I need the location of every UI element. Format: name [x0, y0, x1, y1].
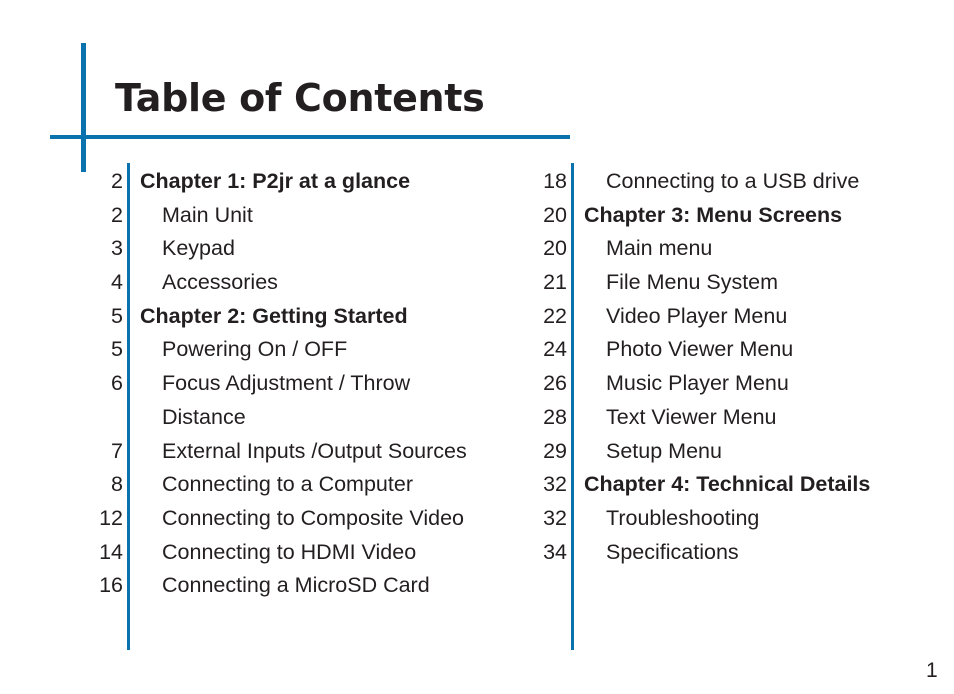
toc-section-title[interactable]: Connecting to Composite Video	[162, 505, 464, 531]
toc-section-title[interactable]: Connecting to a Computer	[162, 471, 413, 497]
toc-page-number: 28	[543, 404, 567, 429]
page-number: 1	[926, 659, 938, 682]
toc-page-number: 4	[111, 270, 123, 295]
toc-page-number: 29	[543, 438, 567, 463]
toc-page-number: 32	[543, 505, 567, 530]
page-title: Table of Contents	[115, 76, 485, 120]
toc-page-number: 22	[543, 303, 567, 328]
toc-section-title[interactable]: Keypad	[162, 235, 235, 261]
toc-page-number: 16	[99, 573, 123, 598]
title-vertical-rule	[81, 43, 86, 172]
toc-page-number: 8	[111, 472, 123, 497]
toc-chapter-title[interactable]: Chapter 3: Menu Screens	[584, 202, 842, 228]
toc-section-title[interactable]: Focus Adjustment / Throw	[162, 370, 410, 396]
toc-page-number: 12	[99, 505, 123, 530]
toc-page-number: 26	[543, 371, 567, 396]
toc-page-number: 20	[543, 236, 567, 261]
toc-section-title[interactable]: Video Player Menu	[606, 303, 787, 329]
toc-page-number: 21	[543, 270, 567, 295]
toc-section-title[interactable]: Main menu	[606, 235, 712, 261]
toc-page-number: 24	[543, 337, 567, 362]
toc-page-number: 32	[543, 472, 567, 497]
toc-section-title[interactable]: Distance	[162, 404, 246, 430]
toc-page-number: 6	[111, 371, 123, 396]
toc-page-number: 5	[111, 337, 123, 362]
toc-section-title[interactable]: Powering On / OFF	[162, 336, 347, 362]
toc-page-number: 2	[111, 202, 123, 227]
toc-page-number: 7	[111, 438, 123, 463]
toc-page-number: 3	[111, 236, 123, 261]
title-horizontal-rule	[50, 135, 570, 139]
column-2-divider	[571, 163, 574, 650]
toc-section-title[interactable]: Accessories	[162, 269, 278, 295]
toc-section-title[interactable]: Connecting to a USB drive	[606, 168, 859, 194]
toc-section-title[interactable]: Setup Menu	[606, 438, 722, 464]
toc-section-title[interactable]: Text Viewer Menu	[606, 404, 777, 430]
toc-chapter-title[interactable]: Chapter 4: Technical Details	[584, 471, 870, 497]
toc-chapter-title[interactable]: Chapter 1: P2jr at a glance	[140, 168, 410, 194]
toc-page-number: 14	[99, 539, 123, 564]
toc-section-title[interactable]: Connecting a MicroSD Card	[162, 572, 430, 598]
toc-section-title[interactable]: External Inputs /Output Sources	[162, 438, 467, 464]
toc-page-number: 34	[543, 539, 567, 564]
toc-section-title[interactable]: File Menu System	[606, 269, 778, 295]
toc-page-number: 20	[543, 202, 567, 227]
toc-section-title[interactable]: Specifications	[606, 539, 739, 565]
toc-chapter-title[interactable]: Chapter 2: Getting Started	[140, 303, 408, 329]
toc-section-title[interactable]: Connecting to HDMI Video	[162, 539, 416, 565]
toc-section-title[interactable]: Music Player Menu	[606, 370, 789, 396]
toc-section-title[interactable]: Main Unit	[162, 202, 253, 228]
toc-section-title[interactable]: Photo Viewer Menu	[606, 336, 793, 362]
toc-page-number: 18	[543, 169, 567, 193]
toc-section-title[interactable]: Troubleshooting	[606, 505, 759, 531]
toc-page-number: 5	[111, 303, 123, 328]
toc-page-number: 2	[111, 169, 123, 193]
column-1-divider	[127, 163, 130, 650]
